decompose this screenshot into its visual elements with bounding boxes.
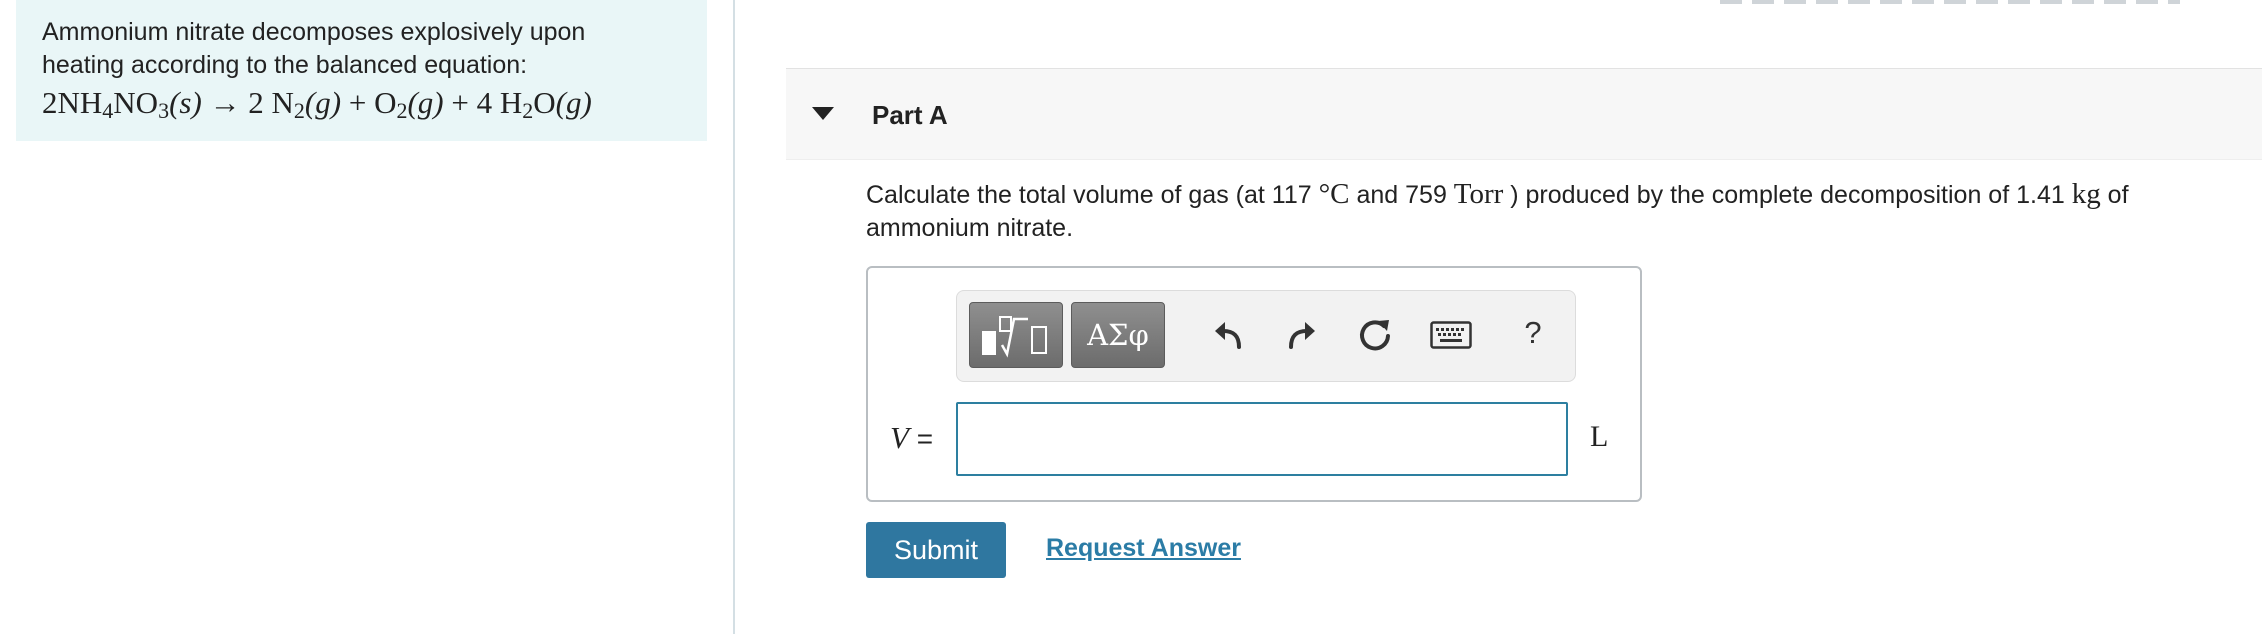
product1: N	[271, 85, 294, 120]
question-text: Calculate the total volume of gas (at 11…	[866, 178, 2236, 245]
redo-icon	[1289, 322, 1315, 349]
unit-label: L	[1590, 420, 1609, 453]
product1-sub: 2	[293, 98, 305, 123]
reactant-part: NO	[113, 85, 159, 120]
product3: O	[533, 85, 556, 120]
question-text-3: ) produced by the complete decomposition…	[1503, 181, 2072, 209]
keyboard-icon	[1430, 321, 1472, 349]
variable-symbol: V	[890, 420, 909, 455]
symbols-button[interactable]: ΑΣφ	[1071, 302, 1165, 368]
question-text-2: and 759	[1349, 181, 1454, 209]
product3: H	[499, 85, 523, 120]
templates-button[interactable]	[969, 302, 1063, 368]
equals-sign: =	[908, 423, 934, 454]
reactant-phase: (s)	[169, 85, 202, 120]
product2-phase: (g)	[407, 85, 444, 120]
pressure-unit: Torr	[1453, 178, 1504, 210]
undo-icon	[1215, 322, 1241, 349]
answer-input[interactable]	[956, 402, 1568, 476]
plus-sign: +	[451, 85, 469, 120]
redo-button[interactable]	[1281, 315, 1321, 355]
reaction-arrow: →	[209, 85, 241, 120]
part-title: Part A	[872, 100, 948, 130]
temperature-unit: °C	[1318, 178, 1350, 210]
request-answer-link[interactable]: Request Answer	[1046, 534, 1241, 563]
part-header[interactable]: Part A	[786, 68, 2262, 160]
top-clipped-toolbar	[1720, 0, 2180, 4]
math-toolbar: ΑΣφ ?	[956, 290, 1576, 382]
submit-button[interactable]: Submit	[866, 522, 1006, 578]
variable-label: V =	[890, 420, 933, 456]
product1-coef: 2	[248, 85, 264, 120]
reset-button[interactable]	[1355, 315, 1395, 355]
column-divider	[733, 0, 735, 634]
problem-intro-panel: Ammonium nitrate decomposes explosively …	[16, 0, 707, 141]
plus-sign: +	[348, 85, 367, 120]
product3-phase: (g)	[555, 85, 592, 120]
reset-icon	[1360, 320, 1390, 351]
product3-coef: 4	[476, 85, 493, 120]
undo-button[interactable]	[1209, 315, 1249, 355]
help-icon: ?	[1524, 315, 1542, 350]
reactant-coef: 2	[42, 85, 58, 120]
keyboard-button[interactable]	[1429, 315, 1473, 355]
question-text-1: Calculate the total volume of gas (at 11…	[866, 181, 1319, 209]
reactant-part: NH	[57, 85, 103, 120]
product2: O	[374, 85, 397, 120]
problem-intro-text: Ammonium nitrate decomposes explosively …	[42, 18, 586, 79]
templates-icon	[982, 316, 1047, 358]
reactant-sub: 4	[102, 98, 114, 123]
product1-phase: (g)	[304, 85, 342, 120]
collapse-caret-icon[interactable]	[812, 107, 834, 120]
reactant-sub: 3	[158, 98, 170, 123]
product2-sub: 2	[396, 98, 408, 123]
help-button[interactable]: ?	[1513, 311, 1553, 355]
mass-unit: kg	[2071, 178, 2101, 210]
product3-sub: 2	[522, 98, 534, 123]
answer-box: ΑΣφ ? V = L	[866, 266, 1642, 502]
balanced-equation: 2NH4NO3(s) → 2 N2(g) + O2(g) + 4 H2O(g)	[42, 83, 681, 123]
